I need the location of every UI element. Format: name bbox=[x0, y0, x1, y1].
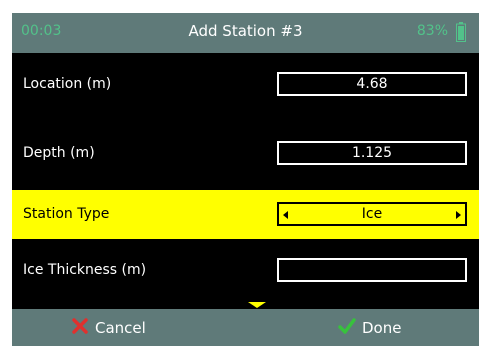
battery-percent: 83% bbox=[416, 23, 448, 39]
location-field[interactable]: 4.68 bbox=[277, 72, 467, 96]
check-icon bbox=[338, 318, 356, 334]
cancel-label: Cancel bbox=[95, 319, 146, 337]
done-button[interactable]: Done bbox=[246, 309, 479, 346]
row-depth[interactable]: Depth (m) 1.125 bbox=[12, 129, 479, 178]
location-label: Location (m) bbox=[23, 76, 112, 92]
ice-thickness-field[interactable] bbox=[277, 258, 467, 282]
arrow-left-icon[interactable] bbox=[283, 211, 288, 219]
row-ice-thickness[interactable]: Ice Thickness (m) bbox=[12, 246, 479, 295]
status-bar: 00:03 Add Station #3 83% bbox=[12, 13, 479, 53]
page-title: Add Station #3 bbox=[188, 22, 303, 40]
depth-label: Depth (m) bbox=[23, 145, 95, 161]
station-type-value: Ice bbox=[361, 206, 383, 222]
station-type-selector[interactable]: Ice bbox=[277, 202, 467, 226]
battery-icon bbox=[456, 22, 466, 42]
device-screen: 00:03 Add Station #3 83% Location (m) 4.… bbox=[12, 13, 479, 346]
station-type-label: Station Type bbox=[23, 206, 110, 222]
x-icon bbox=[72, 318, 88, 334]
cancel-button[interactable]: Cancel bbox=[12, 309, 245, 346]
depth-field[interactable]: 1.125 bbox=[277, 141, 467, 165]
row-station-type[interactable]: Station Type Ice bbox=[12, 190, 479, 239]
arrow-right-icon[interactable] bbox=[456, 211, 461, 219]
done-label: Done bbox=[362, 319, 402, 337]
chevron-down-icon bbox=[248, 302, 266, 308]
ice-thickness-label: Ice Thickness (m) bbox=[23, 262, 147, 278]
row-location[interactable]: Location (m) 4.68 bbox=[12, 60, 479, 109]
action-bar: Cancel Done bbox=[12, 309, 479, 346]
